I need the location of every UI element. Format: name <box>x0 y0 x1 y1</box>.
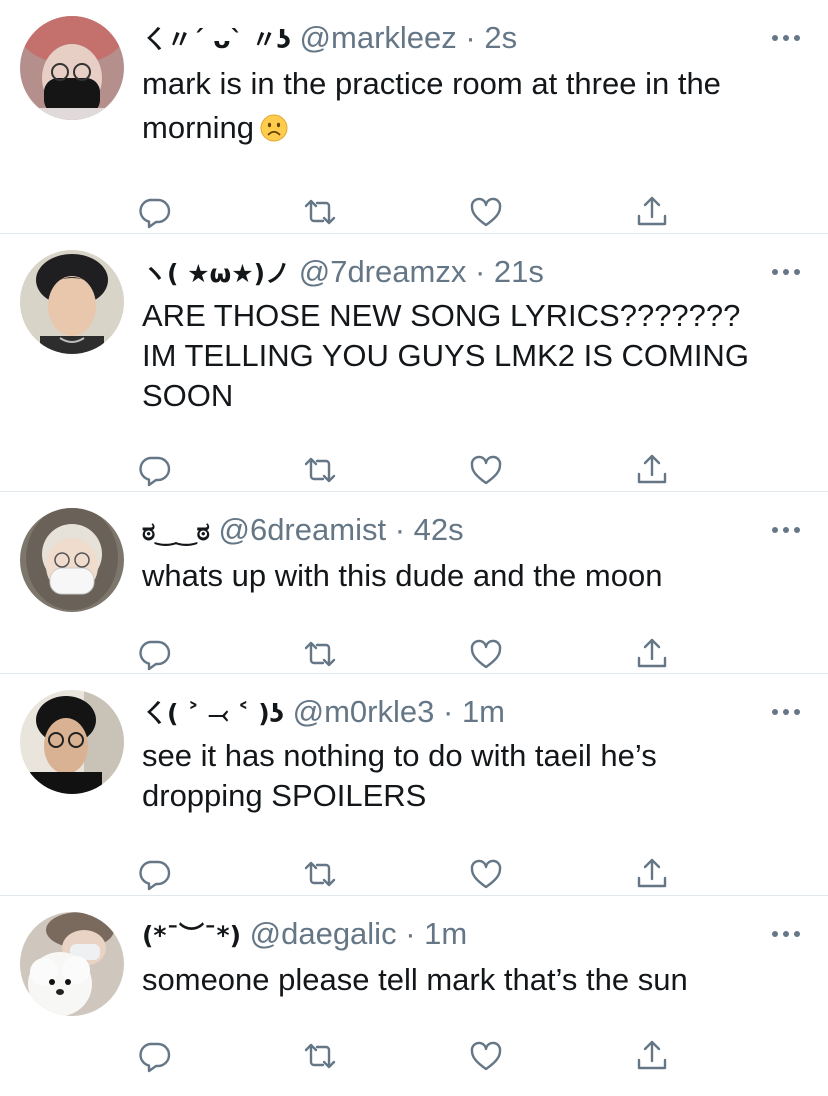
display-name[interactable]: (*¯︶¯*) <box>142 921 241 950</box>
tweet-header: ㄑ〃´ ᴗ` 〃ʖ @markleez · 2s <box>142 16 768 62</box>
separator-dot: · <box>405 916 416 951</box>
user-handle[interactable]: @m0rkle3 <box>293 694 435 729</box>
tweet[interactable]: ヽ( ★ω★)ノ @7dreamzx · 21s ARE THOSE NEW S… <box>0 234 828 492</box>
share-icon <box>637 638 667 668</box>
retweet-button[interactable] <box>302 1036 468 1076</box>
retweet-button[interactable] <box>302 450 468 490</box>
timeline-feed: ㄑ〃´ ᴗ` 〃ʖ @markleez · 2s mark is in the … <box>0 0 828 1073</box>
timestamp[interactable]: 2s <box>484 20 517 55</box>
tweet-text: ARE THOSE NEW SONG LYRICS??????? IM TELL… <box>142 298 749 413</box>
share-icon <box>637 858 667 888</box>
reply-icon <box>139 640 171 671</box>
reply-icon <box>139 1042 171 1073</box>
separator-dot: · <box>442 694 454 729</box>
tweet-header: ಠ‿‿ಠ @6dreamist · 42s <box>142 508 768 554</box>
retweet-button[interactable] <box>302 192 468 232</box>
reply-button[interactable] <box>136 192 302 232</box>
like-icon <box>470 859 502 889</box>
more-icon[interactable] <box>770 32 802 44</box>
retweet-icon <box>304 457 336 483</box>
more-icon[interactable] <box>770 266 802 278</box>
timestamp[interactable]: 42s <box>414 512 464 547</box>
like-icon <box>470 639 502 669</box>
more-icon[interactable] <box>770 928 802 940</box>
reply-icon <box>139 198 171 229</box>
timestamp[interactable]: 1m <box>462 694 505 729</box>
share-button[interactable] <box>634 450 800 490</box>
like-button[interactable] <box>468 854 634 894</box>
avatar[interactable] <box>20 508 124 612</box>
like-icon <box>470 197 502 227</box>
reply-icon <box>139 860 171 891</box>
more-icon[interactable] <box>770 706 802 718</box>
avatar[interactable] <box>20 912 124 1016</box>
tweet[interactable]: ㄑ( ˃ ⤙ ˂ )ʖ @m0rkle3 · 1m see it has not… <box>0 674 828 896</box>
reply-button[interactable] <box>136 854 302 894</box>
display-name[interactable]: ಠ‿‿ಠ <box>142 517 210 546</box>
tweet-header: (*¯︶¯*) @daegalic · 1m <box>142 912 768 958</box>
separator-dot: · <box>394 512 406 547</box>
tweet-text: whats up with this dude and the moon <box>142 558 663 593</box>
user-handle[interactable]: @7dreamzx <box>299 254 467 289</box>
tweet-text: someone please tell mark that’s the sun <box>142 962 688 997</box>
share-button[interactable] <box>634 854 800 894</box>
tweet-actions <box>136 1016 800 1096</box>
like-icon <box>470 455 502 485</box>
like-button[interactable] <box>468 192 634 232</box>
tweet-text: see it has nothing to do with taeil he’s… <box>142 738 657 813</box>
display-name[interactable]: ㄑ( ˃ ⤙ ˂ )ʖ <box>142 699 284 728</box>
timestamp[interactable]: 1m <box>424 916 467 951</box>
retweet-icon <box>304 861 336 887</box>
timestamp[interactable]: 21s <box>494 254 544 289</box>
tweet-header: ヽ( ★ω★)ノ @7dreamzx · 21s <box>142 250 768 296</box>
share-icon <box>637 196 667 226</box>
share-button[interactable] <box>634 1036 800 1076</box>
share-icon <box>637 454 667 484</box>
like-button[interactable] <box>468 1036 634 1076</box>
separator-dot: · <box>474 254 486 289</box>
like-icon <box>470 1041 502 1071</box>
avatar[interactable] <box>20 690 124 794</box>
reply-button[interactable] <box>136 450 302 490</box>
user-handle[interactable]: @6dreamist <box>218 512 386 547</box>
retweet-button[interactable] <box>302 854 468 894</box>
share-icon <box>637 1040 667 1070</box>
retweet-button[interactable] <box>302 634 468 674</box>
retweet-icon <box>304 199 336 225</box>
retweet-icon <box>304 1043 336 1069</box>
tweet[interactable]: (*¯︶¯*) @daegalic · 1m someone please te… <box>0 896 828 1073</box>
reply-icon <box>139 456 171 487</box>
frowning-face-icon <box>260 114 288 142</box>
tweet[interactable]: ಠ‿‿ಠ @6dreamist · 42s whats up with this… <box>0 492 828 674</box>
share-button[interactable] <box>634 634 800 674</box>
user-handle[interactable]: @markleez <box>300 20 457 55</box>
tweet-text: mark is in the practice room at three in… <box>142 62 768 150</box>
like-button[interactable] <box>468 634 634 674</box>
avatar[interactable] <box>20 250 124 354</box>
tweet-text-content: mark is in the practice room at three in… <box>142 66 721 145</box>
tweet-header: ㄑ( ˃ ⤙ ˂ )ʖ @m0rkle3 · 1m <box>142 690 768 736</box>
display-name[interactable]: ㄑ〃´ ᴗ` 〃ʖ <box>142 25 291 54</box>
user-handle[interactable]: @daegalic <box>250 916 397 951</box>
share-button[interactable] <box>634 192 800 232</box>
reply-button[interactable] <box>136 1036 302 1076</box>
tweet[interactable]: ㄑ〃´ ᴗ` 〃ʖ @markleez · 2s mark is in the … <box>0 0 828 234</box>
display-name[interactable]: ヽ( ★ω★)ノ <box>142 259 290 288</box>
avatar[interactable] <box>20 16 124 120</box>
more-icon[interactable] <box>770 524 802 536</box>
retweet-icon <box>304 641 336 667</box>
reply-button[interactable] <box>136 634 302 674</box>
like-button[interactable] <box>468 450 634 490</box>
separator-dot: · <box>465 20 476 55</box>
